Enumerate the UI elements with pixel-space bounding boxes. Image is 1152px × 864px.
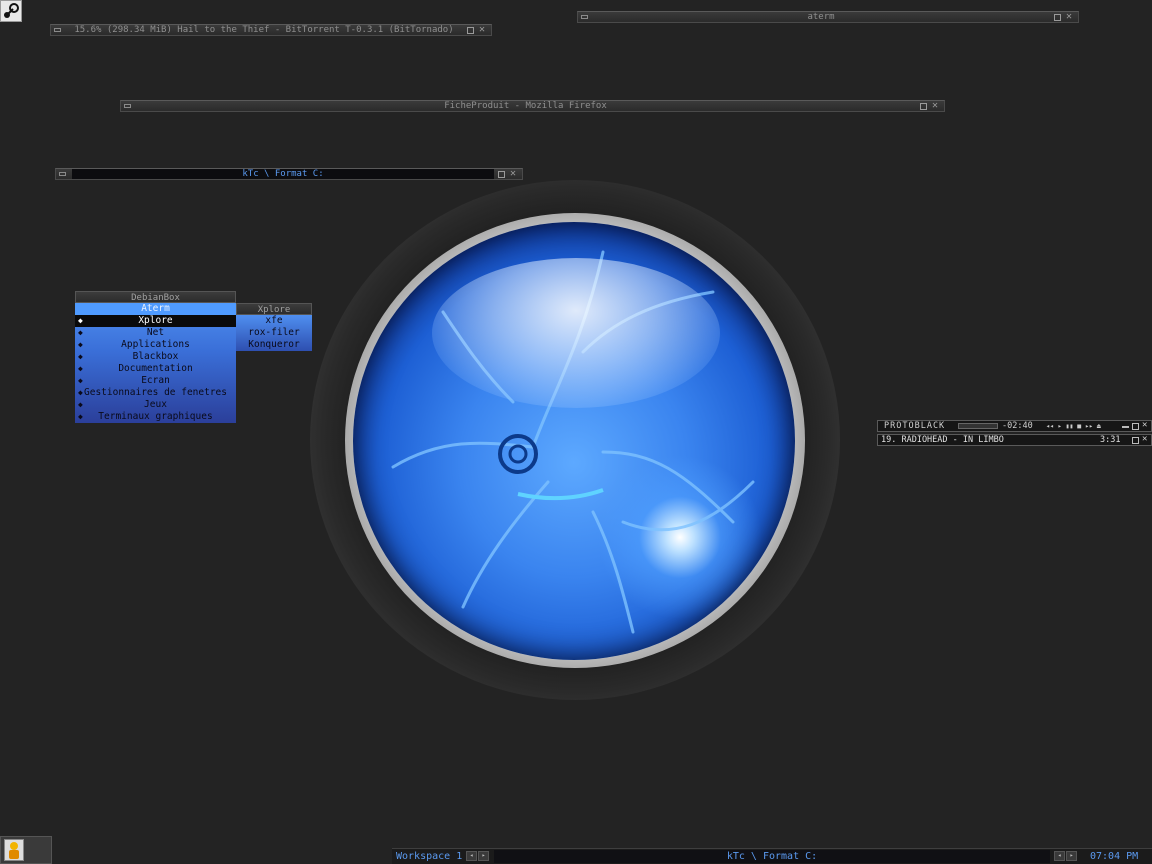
close-icon[interactable]: ✕ [1142, 434, 1147, 444]
window-title: FicheProduit - Mozilla Firefox [444, 101, 607, 111]
submenu-title: Xplore [236, 303, 312, 315]
menu-item-applications[interactable]: ◆ Applications [75, 339, 236, 351]
menu-item-net[interactable]: ◆ Net [75, 327, 236, 339]
volume-bar[interactable] [958, 423, 998, 429]
window-title: 15.6% (298.34 MiB) Hail to the Thief - B… [74, 25, 454, 35]
menu-item-label: Aterm [141, 303, 170, 314]
window-next-button[interactable]: ▸ [1066, 851, 1077, 861]
bittorrent-window-titlebar[interactable]: 15.6% (298.34 MiB) Hail to the Thief - B… [50, 24, 492, 36]
submenu-item-rox-filer[interactable]: rox-filer [236, 327, 312, 339]
player-controls[interactable]: ◂◂ ▸ ▮▮ ■ ▸▸ ⏏ [1046, 421, 1101, 431]
maximize-button[interactable] [1054, 14, 1061, 21]
workspace-label[interactable]: Workspace 1 [396, 850, 462, 863]
menu-item-label: Blackbox [132, 351, 179, 362]
submenu-bullet-icon: ◆ [78, 340, 83, 349]
steam-icon[interactable] [0, 0, 22, 22]
close-icon[interactable]: ✕ [930, 100, 940, 111]
menu-item-label: Jeux [144, 399, 167, 410]
minimize-button[interactable] [581, 15, 588, 19]
workspace-next-button[interactable]: ▸ [478, 851, 489, 861]
menu-title: DebianBox [75, 291, 236, 303]
close-icon[interactable]: ✕ [477, 24, 487, 35]
aterm-window-titlebar[interactable]: aterm ✕ [577, 11, 1079, 23]
xplore-submenu: Xplore xfe rox-filer Konqueror [236, 303, 312, 351]
close-icon[interactable]: ✕ [508, 168, 518, 179]
maximize-button[interactable] [467, 27, 474, 34]
user-icon [4, 839, 24, 861]
wallpaper-orb-highlight [432, 258, 720, 408]
maximize-button[interactable] [1132, 423, 1139, 430]
player-time: -02:40 [1002, 421, 1033, 431]
submenu-body: xfe rox-filer Konqueror [236, 315, 312, 351]
menu-item-blackbox[interactable]: ◆ Blackbox [75, 351, 236, 363]
menu-item-terminaux[interactable]: ◆ Terminaux graphiques [75, 411, 236, 423]
root-menu: DebianBox Aterm ◆ Xplore ◆ Net ◆ Applica… [75, 291, 236, 423]
submenu-bullet-icon: ◆ [78, 376, 83, 385]
menu-item-label: Applications [121, 339, 190, 350]
submenu-bullet-icon: ◆ [78, 388, 83, 397]
menu-item-label: Terminaux graphiques [98, 411, 213, 422]
launcher-button[interactable] [0, 836, 52, 864]
menu-item-gestionnaires[interactable]: ◆ Gestionnaires de fenetres [75, 387, 236, 399]
firefox-window-titlebar[interactable]: FicheProduit - Mozilla Firefox ✕ [120, 100, 945, 112]
player-playlist-bar[interactable]: 19. RADIOHEAD - IN LIMBO 3:31 ✕ [877, 434, 1152, 446]
minimize-button[interactable] [54, 28, 61, 32]
minimize-button[interactable] [124, 104, 131, 108]
minimize-button[interactable] [1122, 426, 1129, 428]
clock: 07:04 PM [1090, 851, 1139, 862]
menu-item-label: Gestionnaires de fenetres [84, 387, 227, 398]
submenu-bullet-icon: ◆ [78, 352, 83, 361]
menu-item-xplore[interactable]: ◆ Xplore [75, 315, 236, 327]
menu-item-label: Ecran [141, 375, 170, 386]
ktc-window-titlebar[interactable]: kTc \ Format C: ✕ [55, 168, 523, 180]
close-icon[interactable]: ✕ [1064, 11, 1074, 22]
submenu-bullet-icon: ◆ [78, 400, 83, 409]
active-window-label[interactable]: kTc \ Format C: [494, 850, 1050, 863]
window-prev-button[interactable]: ◂ [1054, 851, 1065, 861]
close-icon[interactable]: ✕ [1142, 420, 1147, 430]
menu-item-label: Net [146, 327, 165, 338]
submenu-item-konqueror[interactable]: Konqueror [236, 339, 312, 351]
taskbar: Workspace 1 ◂ ▸ kTc \ Format C: ◂ ▸ 07:0… [392, 848, 1152, 864]
submenu-item-xfe[interactable]: xfe [236, 315, 312, 327]
maximize-button[interactable] [920, 103, 927, 110]
maximize-button[interactable] [1132, 437, 1139, 444]
menu-item-label: Documentation [118, 363, 193, 374]
menu-item-jeux[interactable]: ◆ Jeux [75, 399, 236, 411]
track-duration: 3:31 [1100, 435, 1121, 445]
submenu-bullet-icon: ◆ [78, 364, 83, 373]
menu-item-documentation[interactable]: ◆ Documentation [75, 363, 236, 375]
window-title: aterm [807, 12, 835, 22]
menu-item-aterm[interactable]: Aterm [75, 303, 236, 315]
menu-item-ecran[interactable]: ◆ Ecran [75, 375, 236, 387]
submenu-bullet-icon: ◆ [78, 316, 83, 325]
player-main-bar[interactable]: PROTOBLACK -02:40 ◂◂ ▸ ▮▮ ■ ▸▸ ⏏ ✕ [877, 420, 1152, 432]
submenu-bullet-icon: ◆ [78, 412, 83, 421]
workspace-prev-button[interactable]: ◂ [466, 851, 477, 861]
maximize-button[interactable] [498, 171, 505, 178]
player-name: PROTOBLACK [884, 421, 946, 431]
track-title: 19. RADIOHEAD - IN LIMBO [881, 435, 1004, 445]
menu-item-label: Xplore [138, 315, 173, 326]
minimize-button[interactable] [59, 172, 66, 176]
menu-body: Aterm ◆ Xplore ◆ Net ◆ Applications ◆ Bl… [75, 303, 236, 423]
window-title: kTc \ Format C: [72, 169, 494, 179]
submenu-bullet-icon: ◆ [78, 328, 83, 337]
